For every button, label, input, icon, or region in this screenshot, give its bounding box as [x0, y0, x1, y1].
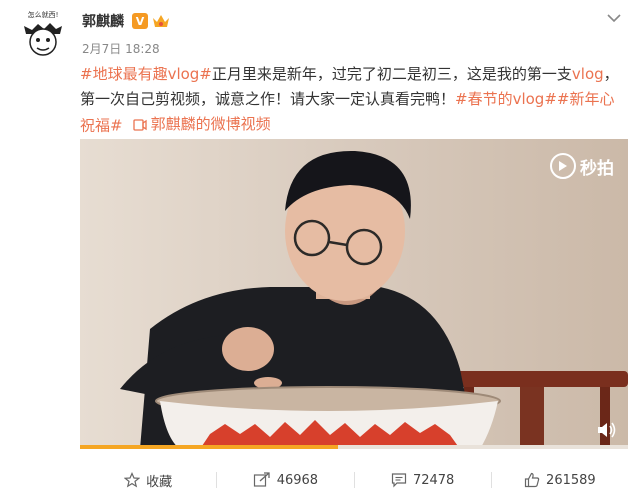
username[interactable]: 郭麒麟: [82, 11, 124, 31]
repost-icon: [253, 472, 270, 487]
favorite-button[interactable]: 收藏: [80, 471, 216, 490]
video-frame: [80, 139, 628, 449]
video-source-link[interactable]: 郭麒麟的微博视频: [123, 112, 271, 137]
avatar[interactable]: 怎么就西!: [14, 10, 72, 58]
hashtag-link[interactable]: #春节的vlog#: [455, 90, 557, 108]
video-progress-bar[interactable]: [80, 445, 338, 449]
vlog-word: vlog: [571, 65, 604, 83]
video-player[interactable]: 秒拍: [80, 139, 628, 449]
hashtag-link[interactable]: #地球最有趣vlog#: [80, 65, 212, 83]
post-text: #地球最有趣vlog#正月里来是新年，过完了初二是初三，这是我的第一支vlog，…: [80, 62, 628, 139]
avatar-caption: 怎么就西!: [27, 11, 59, 19]
play-circle-icon: [550, 153, 576, 179]
meme-face-icon: [24, 23, 62, 56]
like-button[interactable]: 261589: [492, 472, 628, 488]
post-body-text: 正月里来是新年，过完了初二是初三，这是我的第一支: [211, 65, 572, 83]
comment-count: 72478: [412, 472, 455, 488]
watermark-label: 秒拍: [580, 158, 614, 179]
star-icon: [124, 472, 141, 488]
thumbs-up-icon: [524, 472, 540, 488]
user-row: 郭麒麟 V: [82, 10, 170, 32]
like-count: 261589: [546, 472, 596, 488]
favorite-label: 收藏: [146, 474, 173, 490]
comment-button[interactable]: 72478: [355, 472, 491, 488]
video-watermark: 秒拍: [550, 153, 614, 179]
action-bar: 收藏 46968 72478 261589: [80, 463, 628, 497]
verified-icon: V: [132, 13, 148, 29]
member-level-icon: [152, 13, 170, 29]
comment-icon: [391, 473, 407, 488]
chevron-down-icon[interactable]: [606, 12, 622, 24]
video-icon: [132, 118, 147, 131]
video-link-label: 郭麒麟的微博视频: [150, 115, 271, 133]
post-timestamp[interactable]: 2月7日 18:28: [82, 40, 160, 57]
repost-button[interactable]: 46968: [217, 472, 353, 488]
volume-icon[interactable]: [596, 421, 618, 439]
repost-count: 46968: [276, 472, 319, 488]
